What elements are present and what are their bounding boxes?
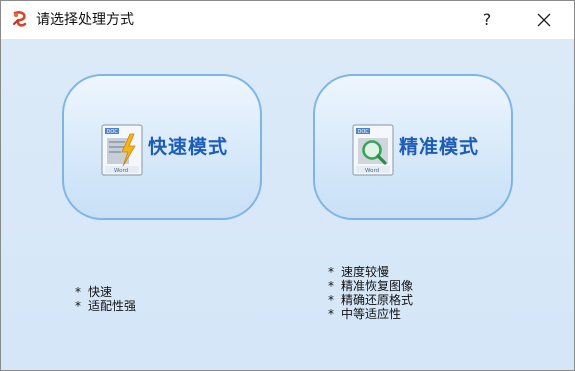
- question-mark-icon: ?: [482, 10, 492, 29]
- feature-text: 快速: [88, 285, 113, 299]
- feature-text: 精确还原格式: [341, 293, 414, 307]
- feature-text: 中等适应性: [341, 307, 402, 321]
- precise-mode-button[interactable]: DOC Word 精准模式: [313, 74, 513, 220]
- fast-mode-button[interactable]: DOC Word 快速模式: [62, 74, 262, 220]
- word-doc-lightning-icon: DOC Word: [101, 124, 143, 176]
- fast-mode-features: * 快速 * 适配性强: [75, 285, 136, 313]
- dialog-window: 请选择处理方式 ? DOC Word 快速模式 DOC Word 精准模式 * …: [0, 0, 575, 371]
- bullet: *: [328, 265, 334, 279]
- dialog-title: 请选择处理方式: [36, 12, 134, 28]
- title-bar[interactable]: 请选择处理方式 ?: [1, 1, 574, 39]
- bullet: *: [75, 285, 81, 299]
- feature-text: 速度较慢: [341, 265, 390, 279]
- list-item: * 速度较慢: [328, 265, 413, 279]
- svg-text:DOC: DOC: [107, 129, 119, 135]
- close-button[interactable]: [529, 7, 559, 33]
- list-item: * 精确还原格式: [328, 293, 413, 307]
- close-icon: [537, 13, 551, 27]
- precise-mode-label: 精准模式: [399, 136, 480, 158]
- bullet: *: [328, 293, 334, 307]
- list-item: * 中等适应性: [328, 307, 413, 321]
- help-button[interactable]: ?: [473, 7, 501, 33]
- svg-text:DOC: DOC: [358, 129, 370, 135]
- list-item: * 快速: [75, 285, 136, 299]
- word-doc-magnifier-icon: DOC Word: [352, 124, 394, 176]
- feature-text: 精准恢复图像: [341, 279, 414, 293]
- app-logo-icon: [13, 11, 27, 27]
- feature-text: 适配性强: [88, 299, 137, 313]
- list-item: * 精准恢复图像: [328, 279, 413, 293]
- fast-mode-label: 快速模式: [148, 136, 229, 158]
- svg-text:Word: Word: [365, 168, 379, 174]
- bullet: *: [75, 299, 81, 313]
- bullet: *: [328, 279, 334, 293]
- list-item: * 适配性强: [75, 299, 136, 313]
- bullet: *: [328, 307, 334, 321]
- svg-text:Word: Word: [114, 168, 128, 174]
- dialog-content: DOC Word 快速模式 DOC Word 精准模式 * 快速 * 适配性强 …: [1, 39, 574, 370]
- precise-mode-features: * 速度较慢 * 精准恢复图像 * 精确还原格式 * 中等适应性: [328, 265, 413, 321]
